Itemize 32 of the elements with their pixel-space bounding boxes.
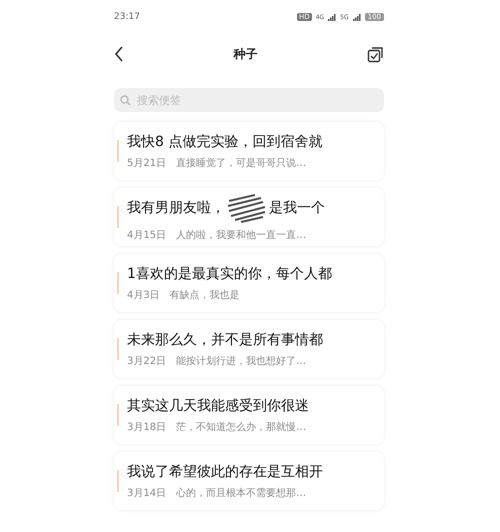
signal-icon — [352, 14, 361, 20]
note-card[interactable]: 1喜欢的是最真实的你，每个人都 4月3日 有缺点，我也是 — [114, 254, 384, 312]
note-date: 3月18日 — [127, 420, 166, 434]
note-title: 未来那么久，并不是所有事情都 — [127, 330, 323, 348]
note-preview: 有缺点，我也是 — [170, 288, 240, 302]
note-title: 我说了希望彼此的存在是互相开 — [127, 462, 323, 480]
page-title: 种子 — [234, 46, 258, 62]
note-preview: 心的，而且根本不需要想那… — [176, 486, 306, 500]
note-title: 我快8 点做完实验，回到宿舍就 — [127, 132, 322, 150]
note-card[interactable]: 其实这几天我能感受到你很迷 3月18日 茫，不知道怎么办，那就慢… — [114, 386, 384, 444]
signal-icon — [328, 14, 336, 20]
back-icon[interactable] — [114, 46, 124, 62]
note-date: 4月15日 — [127, 228, 166, 242]
note-date: 3月22日 — [127, 354, 166, 368]
note-date: 4月3日 — [127, 288, 160, 302]
note-preview: 人的啦，我要和他一直一直… — [176, 228, 306, 242]
note-preview: 能按计划行进，我也想好了… — [176, 354, 306, 368]
note-card[interactable]: 我快8 点做完实验，回到宿舍就 5月21日 直接睡觉了，可是哥哥只说… — [114, 122, 384, 180]
note-card[interactable]: 我说了希望彼此的存在是互相开 3月14日 心的，而且根本不需要想那… — [114, 452, 384, 510]
note-card[interactable]: 未来那么久，并不是所有事情都 3月22日 能按计划行进，我也想好了… — [114, 320, 384, 378]
note-date: 5月21日 — [127, 156, 166, 170]
note-preview: 茫，不知道怎么办，那就慢… — [176, 420, 306, 434]
note-title: 其实这几天我能感受到你很迷 — [127, 396, 309, 414]
note-date: 3月14日 — [127, 486, 166, 500]
note-card[interactable]: 我有男朋友啦， 是我一个 4月15日 人的啦，我要和他一直一直… — [114, 188, 384, 246]
note-preview: 直接睡觉了，可是哥哥只说… — [176, 156, 306, 170]
multi-select-icon[interactable] — [367, 46, 384, 62]
search-icon — [120, 94, 131, 106]
status-time: 23:17 — [114, 12, 140, 22]
note-title: 1喜欢的是最真实的你，每个人都 — [127, 264, 332, 282]
note-title: 我有男朋友啦， — [127, 198, 225, 216]
note-title: 是我一个 — [269, 198, 325, 216]
